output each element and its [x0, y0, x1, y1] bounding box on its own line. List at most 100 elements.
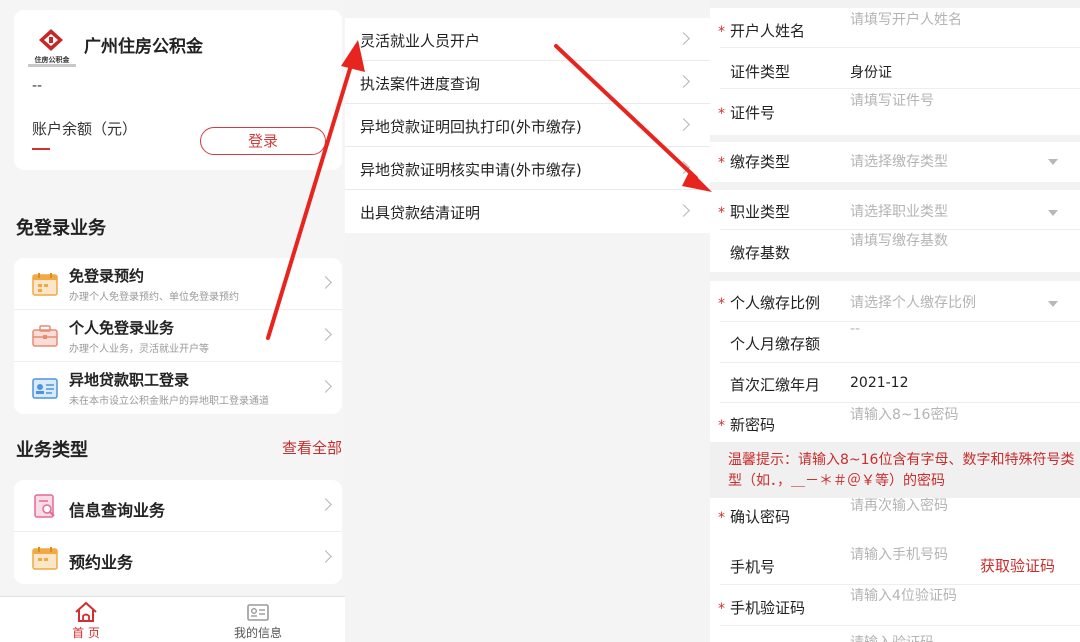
required-mark: *: [718, 296, 725, 312]
dropdown-arrow-icon[interactable]: [1048, 301, 1058, 307]
id-type-label: 证件类型: [730, 63, 791, 81]
document-search-icon: [34, 494, 55, 518]
tab-label: 我的信息: [233, 626, 282, 640]
divider: [720, 47, 1080, 48]
list-item-title: 个人免登录业务: [69, 319, 175, 337]
required-mark: *: [718, 106, 725, 122]
required-mark: *: [718, 205, 725, 221]
form-group-deposit-type: * 缴存类型 请选择缴存类型: [710, 142, 1080, 182]
home-panel: 住房公积金 广州住房公积金 -- 账户余额（元） 登录 免登录业务 免登录预约 …: [0, 0, 345, 642]
list-item-title: 异地贷款职工登录: [69, 371, 190, 389]
password-input[interactable]: 请输入8~16密码: [850, 404, 958, 424]
menu-item-label: 执法案件进度查询: [360, 75, 481, 93]
logo-underline: [28, 64, 76, 67]
list-item-title: 信息查询业务: [69, 501, 166, 520]
business-types-list: 信息查询业务 预约业务: [14, 480, 342, 584]
name-label: 开户人姓名: [730, 22, 806, 40]
sms-code-input[interactable]: 请输入4位验证码: [850, 585, 957, 605]
chevron-right-icon: [319, 550, 332, 563]
divider: [720, 402, 1080, 403]
deposit-base-input[interactable]: 请填写缴存基数: [850, 230, 948, 250]
list-item-subtitle: 办理个人免登录预约、单位免登录预约: [69, 292, 239, 303]
menu-item-label: 异地贷款证明核实申请(外市缴存): [360, 161, 582, 179]
account-opening-form: * 开户人姓名 请填写开户人姓名 证件类型 身份证 * 证件号 请填写证件号 *…: [710, 0, 1080, 642]
bottom-tab-bar: 首 页 我的信息: [0, 596, 345, 642]
service-menu-list: 灵活就业人员开户 执法案件进度查询 异地贷款证明回执打印(外市缴存) 异地贷款证…: [345, 18, 710, 233]
job-type-select[interactable]: 请选择职业类型: [850, 201, 948, 221]
job-type-label: 职业类型: [730, 203, 791, 221]
balance-label: 账户余额（元）: [32, 120, 138, 138]
divider: [720, 321, 1080, 322]
service-menu-panel: 灵活就业人员开户 执法案件进度查询 异地贷款证明回执打印(外市缴存) 异地贷款证…: [345, 0, 710, 642]
deposit-base-label: 缴存基数: [730, 244, 791, 262]
menu-item-case-progress-query[interactable]: 执法案件进度查询: [345, 61, 710, 104]
chevron-right-icon: [319, 276, 332, 289]
monthly-amount-value: --: [850, 321, 861, 337]
required-mark: *: [718, 601, 725, 617]
chevron-right-icon: [677, 118, 690, 131]
ratio-select[interactable]: 请选择个人缴存比例: [850, 292, 976, 312]
business-item-info-query[interactable]: 信息查询业务: [14, 480, 342, 532]
divider: [720, 625, 1080, 626]
chevron-right-icon: [677, 75, 690, 88]
deposit-type-select[interactable]: 请选择缴存类型: [850, 151, 948, 171]
phone-label: 手机号: [730, 558, 776, 576]
free-login-item-appointment[interactable]: 免登录预约 办理个人免登录预约、单位免登录预约: [14, 258, 342, 310]
sms-code-label: 手机验证码: [730, 599, 806, 617]
id-number-input[interactable]: 请填写证件号: [850, 90, 934, 110]
menu-item-label: 异地贷款证明回执打印(外市缴存): [360, 118, 582, 136]
home-icon: [75, 601, 97, 622]
free-login-list: 免登录预约 办理个人免登录预约、单位免登录预约 个人免登录业务 办理个人业务，灵…: [14, 258, 342, 414]
account-card: 住房公积金 广州住房公积金 -- 账户余额（元） 登录: [14, 10, 342, 170]
menu-item-loan-settlement-certificate[interactable]: 出具贷款结清证明: [345, 190, 710, 233]
confirm-password-input[interactable]: 请再次输入密码: [850, 495, 948, 515]
id-card-icon: [32, 378, 58, 399]
required-mark: *: [718, 24, 725, 40]
dropdown-arrow-icon[interactable]: [1048, 159, 1058, 165]
menu-item-flexible-employment-account[interactable]: 灵活就业人员开户: [345, 18, 710, 61]
menu-item-remote-loan-verification[interactable]: 异地贷款证明核实申请(外市缴存): [345, 147, 710, 190]
list-item-subtitle: 未在本市设立公积金账户的异地职工登录通道: [69, 396, 269, 407]
get-code-button[interactable]: 获取验证码: [980, 555, 1055, 576]
chevron-right-icon: [677, 204, 690, 217]
menu-item-label: 灵活就业人员开户: [360, 32, 481, 50]
view-all-link[interactable]: 查看全部: [282, 437, 342, 458]
chevron-right-icon: [319, 498, 332, 511]
chevron-right-icon: [677, 161, 690, 174]
free-login-item-remote-loan[interactable]: 异地贷款职工登录 未在本市设立公积金账户的异地职工登录通道: [14, 362, 342, 414]
password-tip-box: 温馨提示：请输入8~16位含有字母、数字和特殊符号类型（如．，＿－＊＃＠￥等）的…: [710, 442, 1080, 498]
id-type-select[interactable]: 身份证: [850, 62, 892, 82]
profile-card-icon: [247, 604, 269, 621]
account-number: --: [32, 78, 43, 94]
brand-name: 广州住房公积金: [84, 37, 203, 57]
password-label: 新密码: [730, 416, 776, 434]
chevron-right-icon: [319, 328, 332, 341]
form-group-identity: * 开户人姓名 请填写开户人姓名 证件类型 身份证 * 证件号 请填写证件号: [710, 8, 1080, 135]
first-month-value[interactable]: 2021-12: [850, 375, 909, 391]
ratio-label: 个人缴存比例: [730, 294, 821, 312]
captcha-input[interactable]: 请输入验证码: [850, 632, 934, 642]
login-button[interactable]: 登录: [200, 127, 326, 155]
first-month-label: 首次汇缴年月: [730, 376, 821, 394]
briefcase-icon: [32, 325, 58, 347]
menu-item-label: 出具贷款结清证明: [360, 204, 481, 222]
menu-item-remote-loan-receipt-print[interactable]: 异地贷款证明回执打印(外市缴存): [345, 104, 710, 147]
chevron-right-icon: [319, 380, 332, 393]
tab-home[interactable]: 首 页: [0, 597, 172, 642]
password-tip-text: 温馨提示：请输入8~16位含有字母、数字和特殊符号类型（如．，＿－＊＃＠￥等）的…: [728, 452, 1075, 489]
calendar-icon: [32, 547, 58, 570]
business-item-appointment[interactable]: 预约业务: [14, 532, 342, 584]
form-group-confirm: * 确认密码 请再次输入密码: [710, 498, 1080, 534]
confirm-password-label: 确认密码: [730, 508, 791, 526]
tab-my-info[interactable]: 我的信息: [172, 597, 344, 642]
chevron-right-icon: [677, 32, 690, 45]
required-mark: *: [718, 155, 725, 171]
logo-emblem-icon: [38, 28, 64, 52]
name-input[interactable]: 请填写开户人姓名: [850, 9, 962, 29]
list-item-title: 免登录预约: [69, 267, 145, 285]
dropdown-arrow-icon[interactable]: [1048, 210, 1058, 216]
id-number-label: 证件号: [730, 104, 776, 122]
free-login-item-personal[interactable]: 个人免登录业务 办理个人业务，灵活就业开户等: [14, 310, 342, 362]
form-group-phone: 手机号 请输入手机号码 获取验证码 * 手机验证码 请输入4位验证码 请输入验证…: [710, 540, 1080, 642]
phone-input[interactable]: 请输入手机号码: [850, 544, 948, 564]
